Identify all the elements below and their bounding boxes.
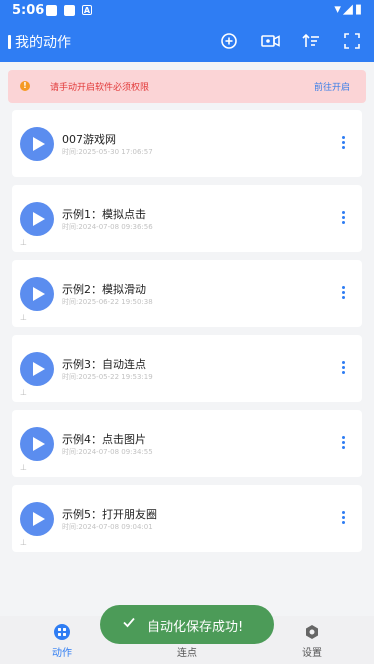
action-time: 时间:2024-07-08 09:34:55 — [62, 448, 153, 456]
success-toast: 自动化保存成功! — [100, 605, 274, 644]
pin-icon: ⊥ — [20, 238, 27, 247]
action-card[interactable]: 示例4：点击图片时间:2024-07-08 09:34:55 ⊥ — [12, 410, 362, 477]
sort-icon[interactable] — [300, 30, 322, 52]
action-title: 示例4：点击图片 — [62, 433, 146, 446]
check-icon — [123, 617, 135, 628]
play-icon[interactable] — [20, 127, 54, 161]
play-icon[interactable] — [20, 427, 54, 461]
gear-icon — [306, 625, 318, 639]
nav-item-actions[interactable]: 动作 — [32, 624, 92, 659]
status-bar: 5:06 A ▾◢▮ — [0, 0, 374, 22]
nav-item-settings[interactable]: 设置 — [282, 624, 342, 659]
open-permission-link[interactable]: 前往开启 — [314, 80, 350, 93]
notification-icon — [46, 5, 57, 16]
more-options-icon[interactable] — [342, 136, 346, 152]
action-card[interactable]: 示例2：模拟滑动时间:2025-06-22 19:50:38 ⊥ — [12, 260, 362, 327]
toast-message: 自动化保存成功! — [147, 620, 244, 635]
action-time: 时间:2025-05-30 17:06:57 — [62, 148, 153, 156]
pin-icon: ⊥ — [20, 538, 27, 547]
pin-icon: ⊥ — [20, 313, 27, 322]
action-title: 示例2：模拟滑动 — [62, 283, 146, 296]
more-options-icon[interactable] — [342, 286, 346, 302]
page-title: 我的动作 — [15, 35, 71, 51]
action-time: 时间:2024-07-08 09:04:01 — [62, 523, 153, 531]
action-time: 时间:2025-05-22 19:53:19 — [62, 373, 153, 381]
alert-message: 请手动开启软件必须权限 — [50, 83, 150, 93]
nav-label: 设置 — [302, 648, 322, 659]
play-icon[interactable] — [20, 277, 54, 311]
action-time: 时间:2025-06-22 19:50:38 — [62, 298, 153, 306]
add-icon[interactable] — [218, 30, 240, 52]
action-title: 示例5：打开朋友圈 — [62, 508, 157, 521]
play-icon[interactable] — [20, 202, 54, 236]
action-card[interactable]: 示例1：模拟点击时间:2024-07-08 09:36:56 ⊥ — [12, 185, 362, 252]
pin-icon: ⊥ — [20, 388, 27, 397]
more-options-icon[interactable] — [342, 211, 346, 227]
play-icon[interactable] — [20, 352, 54, 386]
grid-icon — [54, 624, 70, 640]
more-options-icon[interactable] — [342, 436, 346, 452]
action-card[interactable]: 示例3：自动连点时间:2025-05-22 19:53:19 ⊥ — [12, 335, 362, 402]
pin-icon: ⊥ — [20, 463, 27, 472]
action-time: 时间:2024-07-08 09:36:56 — [62, 223, 153, 231]
warning-icon: ! — [20, 81, 30, 91]
action-card[interactable]: 示例5：打开朋友圈时间:2024-07-08 09:04:01 ⊥ — [12, 485, 362, 552]
permission-alert: ! 请手动开启软件必须权限 前往开启 — [8, 70, 366, 103]
fullscreen-icon[interactable] — [341, 30, 363, 52]
record-video-icon[interactable] — [259, 30, 281, 52]
notification-icon — [64, 5, 75, 16]
app-notification-icon: A — [82, 5, 92, 15]
title-accent — [8, 35, 11, 49]
more-options-icon[interactable] — [342, 511, 346, 527]
action-card[interactable]: 007游戏网时间:2025-05-30 17:06:57 — [12, 110, 362, 177]
play-icon[interactable] — [20, 502, 54, 536]
nav-label: 动作 — [52, 648, 72, 659]
more-options-icon[interactable] — [342, 361, 346, 377]
system-status-icons: ▾◢▮ — [334, 2, 364, 17]
status-time: 5:06 — [12, 3, 45, 18]
action-title: 007游戏网 — [62, 133, 116, 146]
app-bar: 我的动作 — [0, 22, 374, 62]
nav-label: 连点 — [177, 648, 197, 659]
action-title: 示例1：模拟点击 — [62, 208, 146, 221]
action-title: 示例3：自动连点 — [62, 358, 146, 371]
